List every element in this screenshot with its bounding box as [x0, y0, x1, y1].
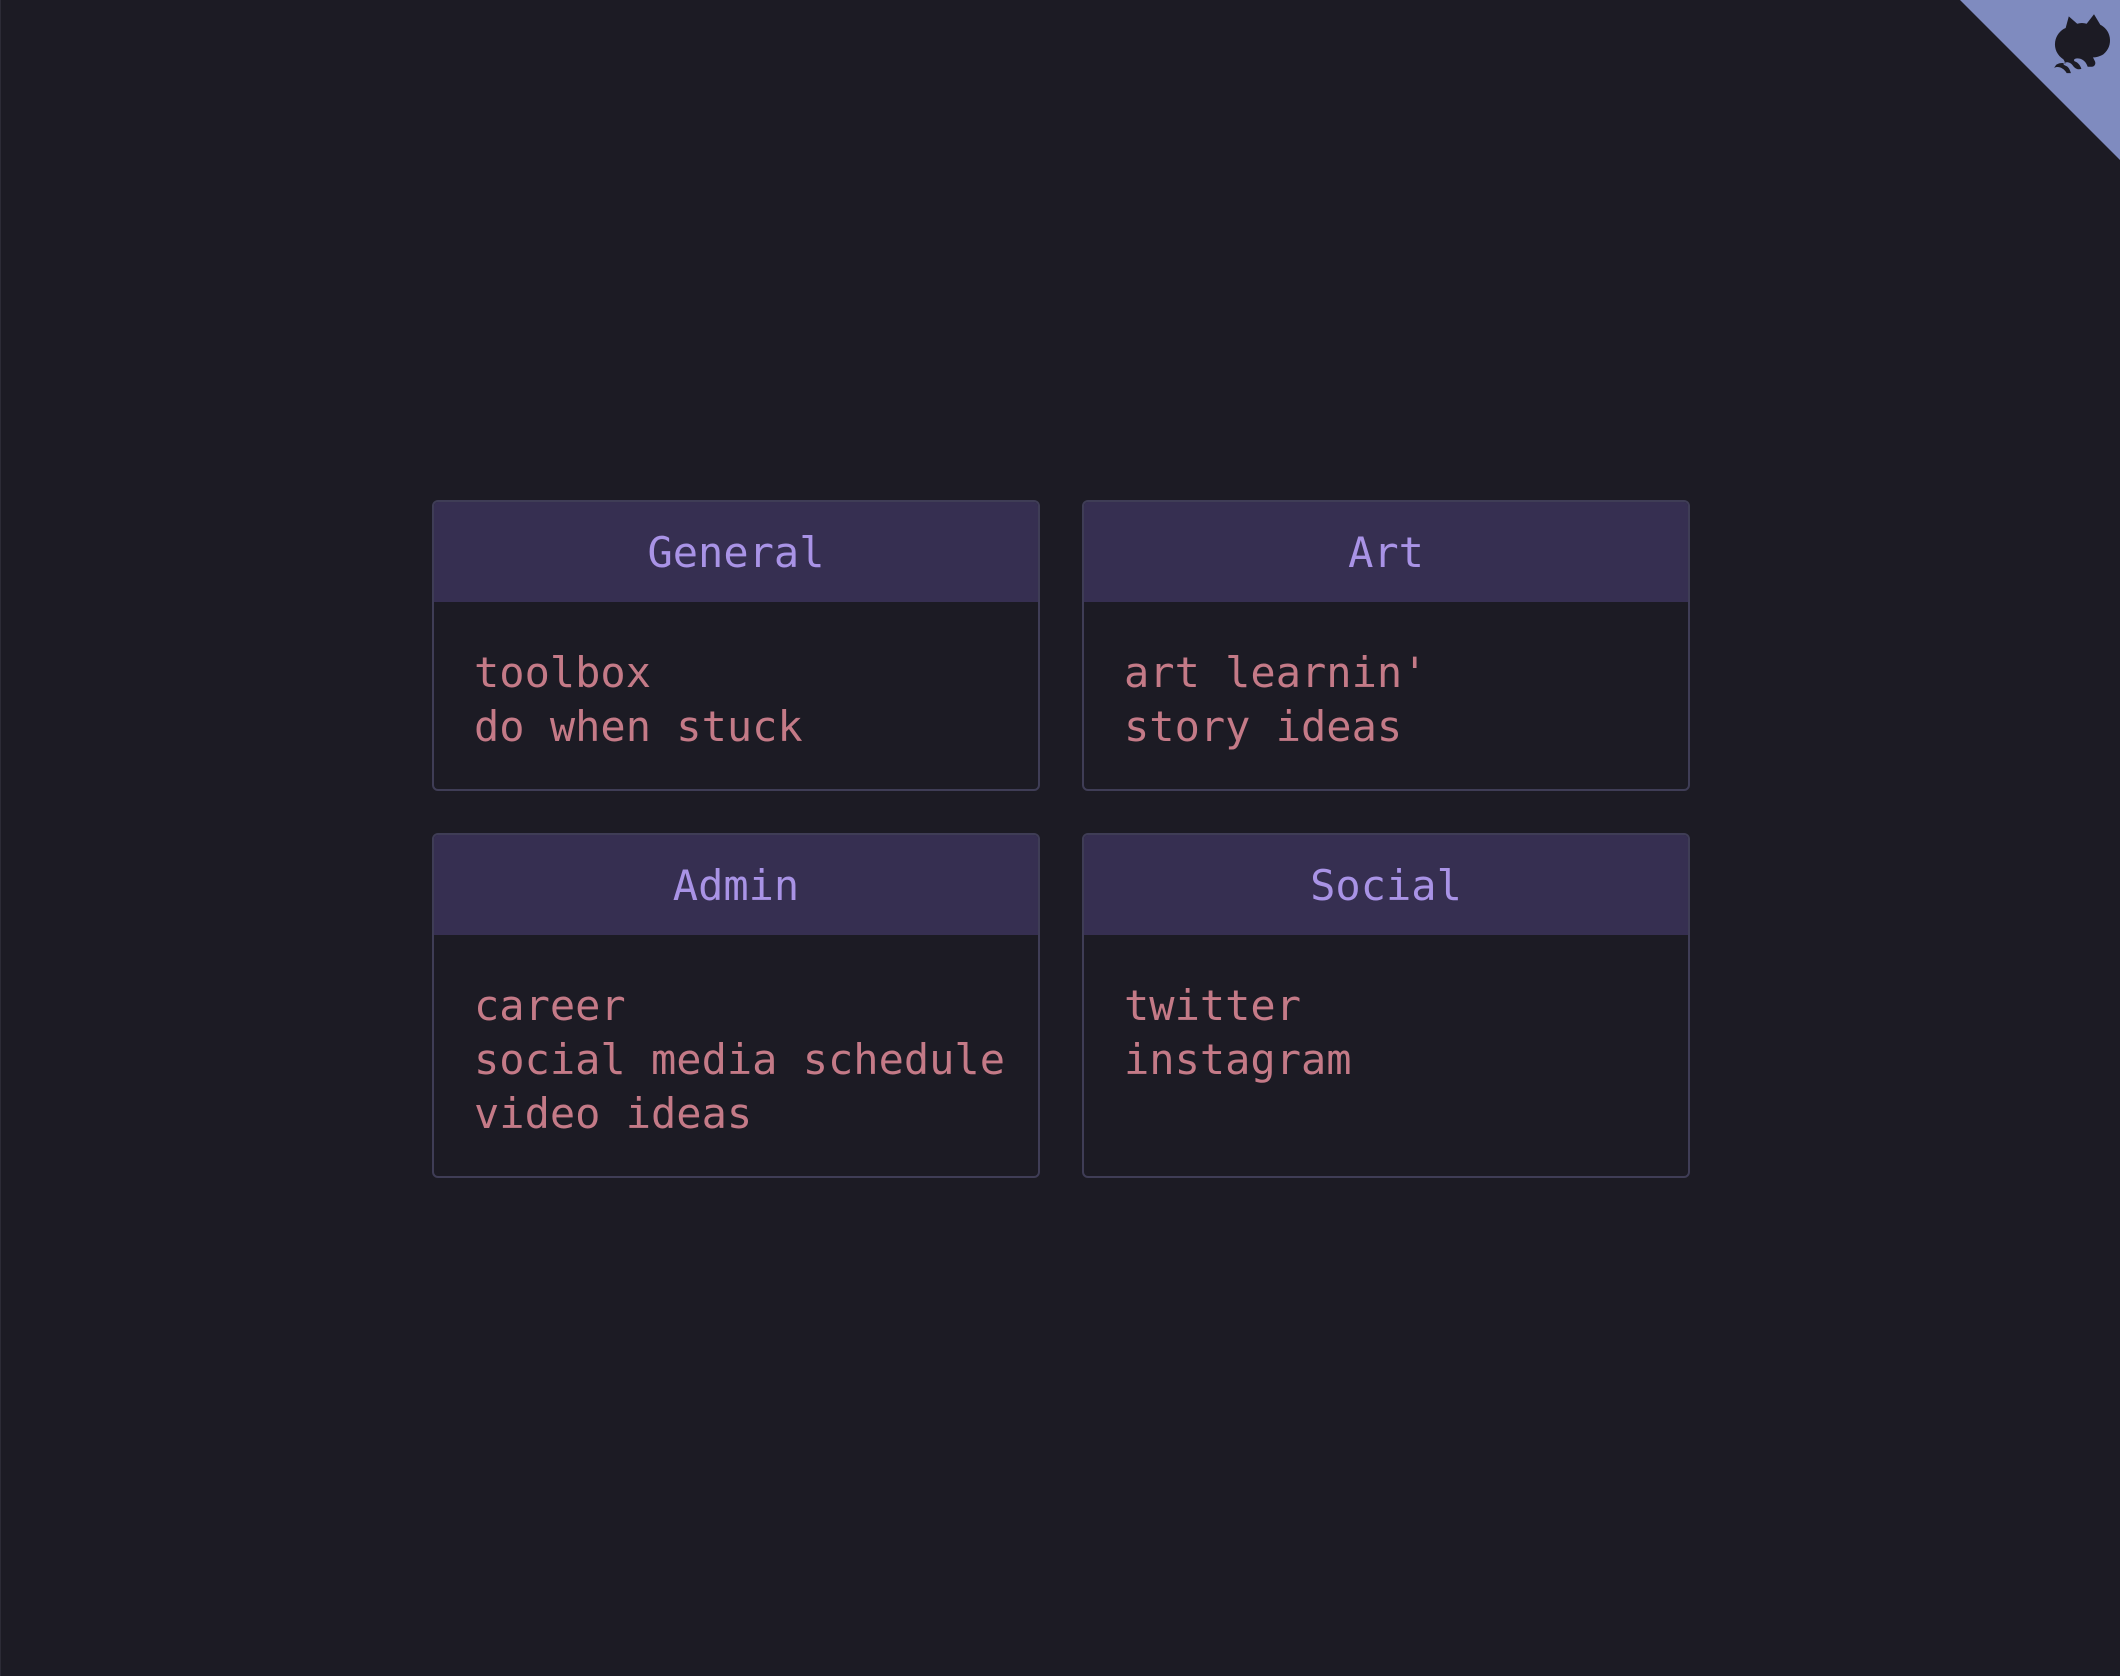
- link-twitter[interactable]: twitter: [1124, 981, 1301, 1030]
- link-list: toolbox do when stuck: [434, 602, 1038, 754]
- github-octocat-icon: [1960, 0, 2120, 160]
- list-item: toolbox: [474, 646, 1038, 700]
- list-item: story ideas: [1124, 700, 1688, 754]
- section-card-art: Art art learnin' story ideas: [1082, 500, 1690, 791]
- link-list: career social media schedule video ideas: [434, 935, 1038, 1141]
- section-card-general: General toolbox do when stuck: [432, 500, 1040, 791]
- link-art-learnin[interactable]: art learnin': [1124, 648, 1427, 697]
- list-item: do when stuck: [474, 700, 1038, 754]
- link-do-when-stuck[interactable]: do when stuck: [474, 702, 803, 751]
- section-title: General: [434, 502, 1038, 602]
- section-card-social: Social twitter instagram: [1082, 833, 1690, 1178]
- section-title: Admin: [434, 835, 1038, 935]
- github-corner-link[interactable]: [1960, 0, 2120, 160]
- list-item: twitter: [1124, 979, 1688, 1033]
- list-item: art learnin': [1124, 646, 1688, 700]
- section-card-admin: Admin career social media schedule video…: [432, 833, 1040, 1178]
- link-instagram[interactable]: instagram: [1124, 1035, 1352, 1084]
- link-story-ideas[interactable]: story ideas: [1124, 702, 1402, 751]
- link-list: art learnin' story ideas: [1084, 602, 1688, 754]
- link-list: twitter instagram: [1084, 935, 1688, 1087]
- list-item: video ideas: [474, 1087, 1038, 1141]
- list-item: instagram: [1124, 1033, 1688, 1087]
- link-toolbox[interactable]: toolbox: [474, 648, 651, 697]
- list-item: social media schedule: [474, 1033, 1038, 1087]
- link-career[interactable]: career: [474, 981, 626, 1030]
- section-title: Art: [1084, 502, 1688, 602]
- link-social-media-schedule[interactable]: social media schedule: [474, 1035, 1005, 1084]
- link-video-ideas[interactable]: video ideas: [474, 1089, 752, 1138]
- sections-grid: General toolbox do when stuck Art art le…: [432, 500, 1690, 1178]
- section-title: Social: [1084, 835, 1688, 935]
- list-item: career: [474, 979, 1038, 1033]
